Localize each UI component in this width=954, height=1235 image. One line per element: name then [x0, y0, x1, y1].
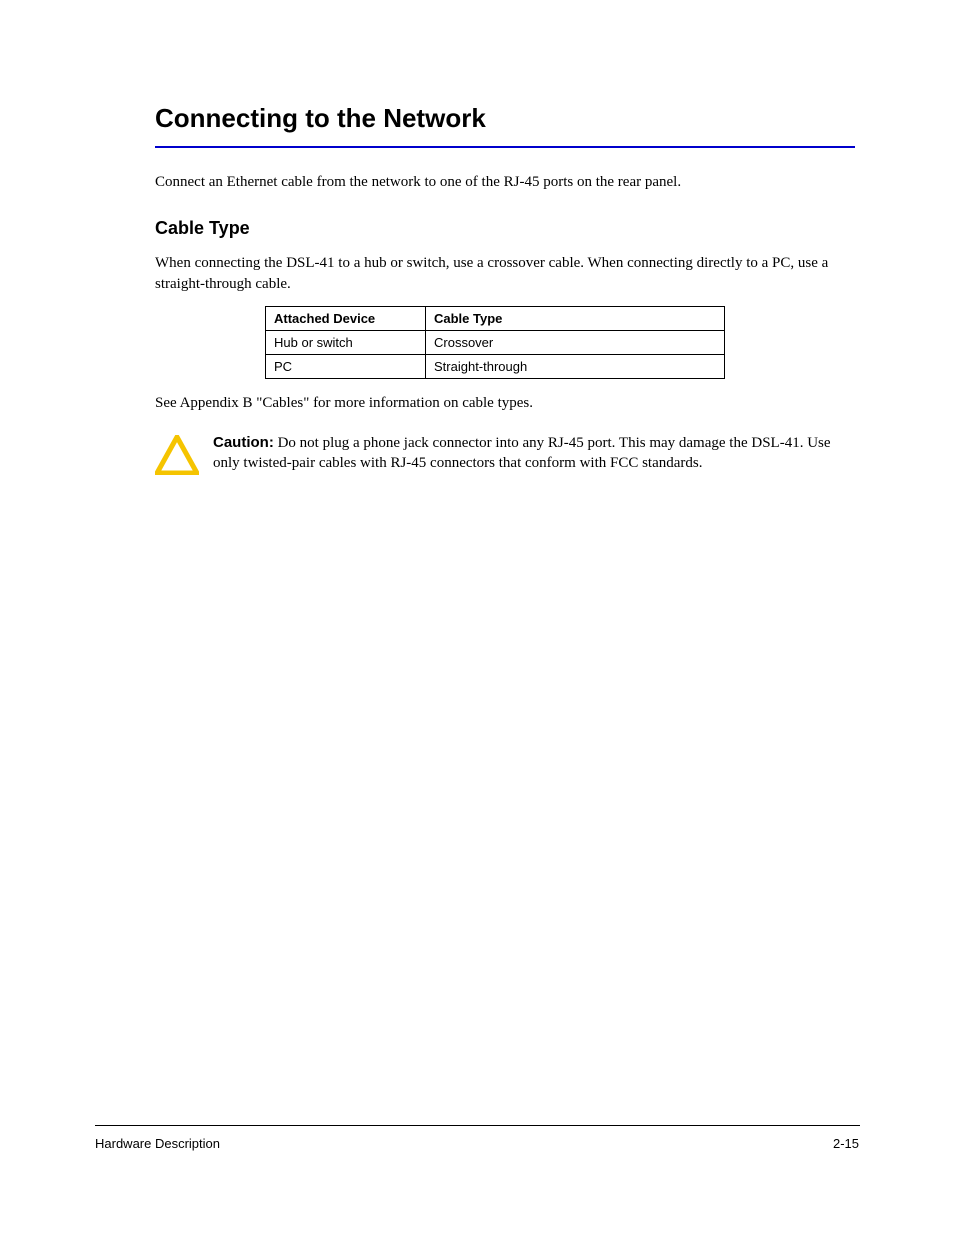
table-row: Hub or switch Crossover: [266, 330, 725, 354]
caution-label: Caution:: [213, 434, 274, 451]
footer-section-name: Hardware Description: [95, 1136, 220, 1151]
section-heading: Connecting to the Network: [155, 103, 855, 134]
table-cell: Straight-through: [426, 354, 725, 378]
section-rule: [155, 146, 855, 148]
table-cell: Crossover: [426, 330, 725, 354]
cable-type-table-wrap: Attached Device Cable Type Hub or switch…: [265, 306, 855, 379]
cable-type-table: Attached Device Cable Type Hub or switch…: [265, 306, 725, 379]
footer-rule: [95, 1125, 860, 1126]
table-cell: PC: [266, 354, 426, 378]
table-header-cable: Cable Type: [426, 306, 725, 330]
table-cell: Hub or switch: [266, 330, 426, 354]
table-row: PC Straight-through: [266, 354, 725, 378]
caution-text: Caution: Do not plug a phone jack connec…: [213, 433, 855, 474]
table-header-device: Attached Device: [266, 306, 426, 330]
cabletype-paragraph-1: When connecting the DSL-41 to a hub or s…: [155, 253, 855, 294]
intro-paragraph: Connect an Ethernet cable from the netwo…: [155, 172, 855, 192]
cabletype-paragraph-2: See Appendix B "Cables" for more informa…: [155, 393, 855, 413]
table-header-row: Attached Device Cable Type: [266, 306, 725, 330]
caution-body: Do not plug a phone jack connector into …: [213, 435, 831, 471]
caution-icon: [155, 435, 199, 480]
subsection-heading: Cable Type: [155, 218, 855, 239]
footer-page-number: 2-15: [833, 1136, 859, 1151]
page-content: Connecting to the Network Connect an Eth…: [155, 103, 855, 480]
caution-block: Caution: Do not plug a phone jack connec…: [155, 433, 855, 480]
